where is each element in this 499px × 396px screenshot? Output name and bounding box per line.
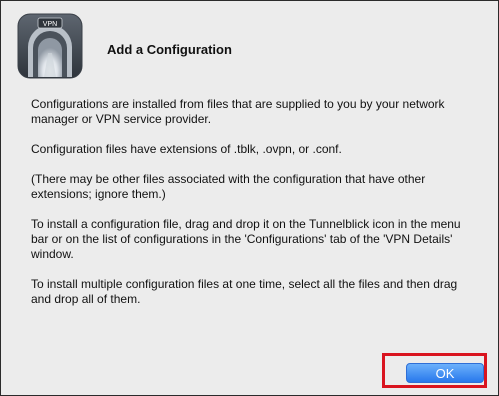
message-paragraph: Configuration files have extensions of .… [31,142,342,156]
message-paragraph: To install multiple configuration files … [31,277,458,306]
message-paragraph: To install a configuration file, drag an… [31,217,461,261]
tunnelblick-vpn-icon: VPN [17,13,83,79]
message-paragraph: Configurations are installed from files … [31,97,445,126]
vpn-badge-text: VPN [43,21,57,28]
add-configuration-dialog: VPN Add a Configuration Configurations a… [0,0,499,396]
ok-button[interactable]: OK [406,363,484,383]
message-paragraph: (There may be other files associated wit… [31,172,426,201]
dialog-message: Configurations are installed from files … [31,97,471,322]
dialog-title: Add a Configuration [107,42,232,57]
